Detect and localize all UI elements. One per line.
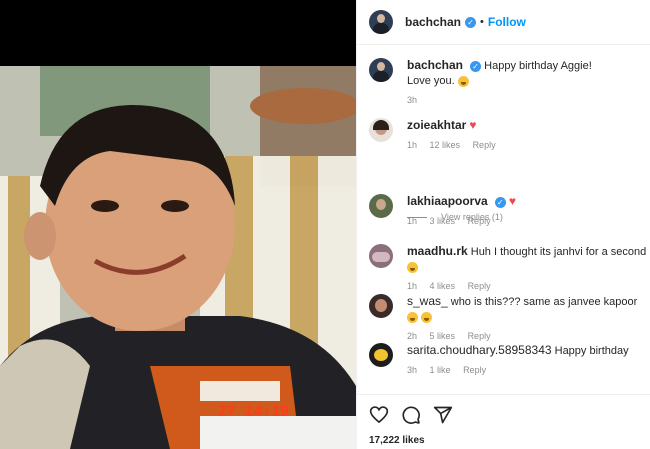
caption-username[interactable]: bachchan xyxy=(407,58,463,72)
emoji-icon xyxy=(407,261,418,273)
reply-button[interactable]: Reply xyxy=(468,216,491,226)
comment-icon[interactable] xyxy=(401,405,421,425)
caption-item: bachchan ✓ Happy birthday Aggie! Love yo… xyxy=(369,58,649,108)
verified-badge-icon: ✓ xyxy=(494,196,506,208)
commenter-avatar[interactable] xyxy=(369,118,393,142)
commenter-avatar[interactable] xyxy=(369,244,393,268)
emoji-icon xyxy=(407,311,418,323)
comment-username[interactable]: zoieakhtar xyxy=(407,118,466,132)
comment-text: who is this??? same as janvee kapoor xyxy=(450,296,638,308)
red-heart-icon: ♥ xyxy=(508,194,516,208)
comment-text: Huh I thought its janhvi for a second xyxy=(470,246,647,258)
post-media[interactable]: 27 14:19 xyxy=(0,0,356,449)
emoji-icon xyxy=(421,311,433,323)
follow-button[interactable]: Follow xyxy=(488,15,526,29)
reply-button[interactable]: Reply xyxy=(463,365,486,375)
comment-time: 2h xyxy=(407,331,418,341)
comment-item: maadhu.rk Huh I thought its janhvi for a… xyxy=(369,244,649,294)
commenter-avatar[interactable] xyxy=(369,194,393,218)
caption-text-line1: Happy birthday Aggie! xyxy=(484,60,592,72)
comment-item: s_was_ who is this??? same as janvee kap… xyxy=(369,294,649,344)
emoji-icon xyxy=(457,75,469,87)
heart-icon[interactable] xyxy=(369,405,389,425)
author-avatar[interactable] xyxy=(369,10,393,34)
share-icon[interactable] xyxy=(433,405,453,425)
comment-likes[interactable]: 4 likes xyxy=(430,281,456,291)
comment-text: Happy birthday xyxy=(554,345,629,357)
reply-button[interactable]: Reply xyxy=(473,140,496,150)
separator-dot: • xyxy=(480,16,484,28)
reply-button[interactable]: Reply xyxy=(468,281,491,291)
comment-item: zoieakhtar ♥ 1h 12 likes Reply xyxy=(369,118,649,153)
comment-username[interactable]: s_was_ xyxy=(407,294,448,308)
comment-likes[interactable]: 1 like xyxy=(430,365,451,375)
comment-username[interactable]: maadhu.rk xyxy=(407,244,468,258)
comment-time: 1h xyxy=(407,140,418,150)
red-heart-icon: ♥ xyxy=(469,118,477,132)
comment-likes[interactable]: 3 likes xyxy=(430,216,456,226)
caption-text-line2: Love you. xyxy=(407,75,455,87)
comment-username[interactable]: lakhiaapoorva xyxy=(407,194,488,208)
post-photo[interactable] xyxy=(0,66,356,449)
comment-likes[interactable]: 12 likes xyxy=(430,140,461,150)
comment-likes[interactable]: 5 likes xyxy=(430,331,456,341)
caption-time: 3h xyxy=(407,95,418,105)
photo-illustration xyxy=(0,66,356,449)
author-username[interactable]: bachchan xyxy=(405,15,461,29)
comment-username[interactable]: sarita.choudhary.58958343 xyxy=(407,343,552,357)
post-side-panel: bachchan ✓ • Follow bachchan ✓ Happy bir… xyxy=(356,0,650,449)
comment-item: sarita.choudhary.58958343 Happy birthday… xyxy=(369,343,649,378)
comments-list[interactable]: bachchan ✓ Happy birthday Aggie! Love yo… xyxy=(357,46,650,390)
commenter-avatar[interactable] xyxy=(369,343,393,367)
comment-item: lakhiaapoorva ✓ ♥ 1h 3 likes Reply xyxy=(369,194,649,229)
likes-count[interactable]: 17,222 likes xyxy=(369,435,425,446)
commenter-avatar[interactable] xyxy=(369,294,393,318)
reply-button[interactable]: Reply xyxy=(468,331,491,341)
verified-badge-icon: ✓ xyxy=(470,60,482,72)
verified-badge-icon: ✓ xyxy=(465,16,477,28)
comment-time: 3h xyxy=(407,365,418,375)
caption-avatar[interactable] xyxy=(369,58,393,82)
comment-time: 1h xyxy=(407,216,418,226)
post-header: bachchan ✓ • Follow xyxy=(357,0,650,45)
photo-date-stamp: 27 14:19 xyxy=(218,404,290,420)
post-actions: 17,222 likes xyxy=(357,394,650,449)
comment-time: 1h xyxy=(407,281,418,291)
